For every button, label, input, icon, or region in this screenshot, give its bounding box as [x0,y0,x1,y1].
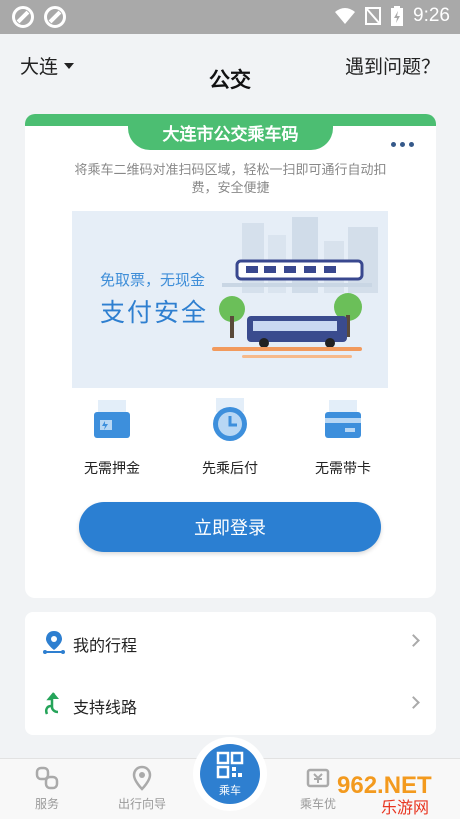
promo-banner: 免取票，无现金 支付安全 [72,211,388,388]
feature-no-card: 无需带卡 [283,398,403,478]
bus-code-card: 大连市公交乘车码 将乘车二维码对准扫码区域，轻松一扫即可通行自动扣费，安全便捷 [25,114,436,598]
feature-no-deposit: 无需押金 [52,398,172,478]
route-arrow-icon [44,692,59,715]
more-options-icon[interactable] [391,142,414,147]
watermark-logo: 962.NET 乐游网 [337,772,432,815]
banner-headline: 支付安全 [100,298,209,327]
menu-list: 我的行程 支持线路 [25,612,436,735]
app-header: 大连 公交 遇到问题？ [0,34,460,100]
tab-label: 出行向导 [117,797,166,811]
chevron-right-icon [407,696,420,709]
card-title: 大连市公交乘车码 [128,114,333,150]
tab-label: 服务 [34,797,59,811]
help-link[interactable]: 遇到问题？ [345,52,440,79]
card-icon [321,398,365,442]
feature-label: 先乘后付 [202,461,258,477]
login-button[interactable]: 立即登录 [79,502,381,552]
clock-icon [208,398,252,442]
clock-time: 9:26 [413,5,450,26]
feature-list: 无需押金 先乘后付 无需带卡 [25,398,436,478]
menu-item-my-trips[interactable]: 我的行程 [25,612,436,672]
location-pin-icon [43,631,65,654]
notification-icons [12,6,66,28]
no-signal-icon [365,7,382,25]
feature-ride-first: 先乘后付 [170,398,290,478]
battery-charging-icon [391,6,404,26]
wifi-icon [335,8,356,24]
tab-services[interactable]: 服务 [7,765,87,812]
menu-item-label: 我的行程 [73,636,138,655]
link-icon [34,765,60,791]
menu-item-supported-routes[interactable]: 支持线路 [25,674,436,734]
sync-icon [44,6,66,28]
watermark-subtext: 乐游网 [381,798,429,815]
wallet-icon [90,398,134,442]
feature-label: 无需押金 [84,461,140,477]
ticket-icon [305,765,331,791]
tab-ride[interactable]: 乘车 [193,737,267,811]
banner-subtitle: 免取票，无现金 [100,271,206,289]
qr-code-icon [216,751,244,778]
bottom-tab-bar: 服务 出行向导 乘车 乘车优 962.NET 乐游网 [0,737,460,819]
feature-label: 无需带卡 [315,461,371,477]
tab-label: 乘车 [219,783,241,797]
watermark-text: 962.NET [337,772,432,799]
menu-item-label: 支持线路 [73,698,138,717]
chevron-right-icon [407,634,420,647]
location-icon [129,765,155,791]
tab-travel-guide[interactable]: 出行向导 [102,765,182,812]
card-description: 将乘车二维码对准扫码区域，轻松一扫即可通行自动扣费，安全便捷 [74,163,387,196]
sync-icon [12,6,34,28]
status-bar: 9:26 [0,0,460,34]
